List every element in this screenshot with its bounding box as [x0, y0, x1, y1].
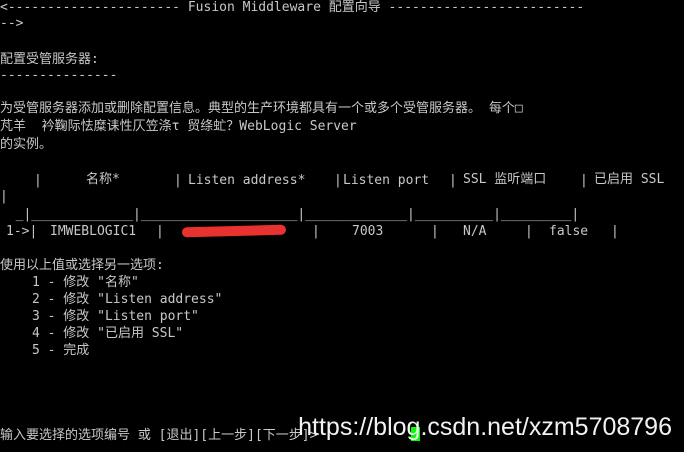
table-separator: _|_____________|____________________|___…	[0, 207, 580, 222]
column-separator: |	[611, 224, 619, 239]
column-separator: |	[431, 224, 439, 239]
row-marker: 1->|	[6, 224, 38, 239]
column-separator: |	[34, 173, 42, 188]
description-line-1: 为受管服务器添加或删除配置信息。典型的生产环境都具有一个或多个受管服务器。 每个…	[0, 101, 523, 116]
cell-name: IMWEBLOGIC1	[50, 224, 137, 239]
column-separator: |	[449, 173, 457, 188]
cell-ssl-port: N/A	[463, 224, 487, 239]
redaction-mark	[181, 224, 287, 238]
column-header-ssl-port: SSL 监听端口	[463, 172, 547, 187]
menu-option-3: 3 - 修改 "Listen port"	[32, 309, 199, 324]
column-header-name: 名称*	[86, 172, 120, 187]
cell-ssl-enabled: false	[549, 224, 589, 239]
cell-listen-port: 7003	[352, 224, 384, 239]
column-separator: |	[174, 173, 182, 188]
column-separator: |	[334, 173, 342, 188]
column-separator: |	[525, 224, 533, 239]
section-underline: ---------------	[0, 68, 118, 83]
menu-option-4: 4 - 修改 "已启用 SSL"	[32, 326, 184, 341]
table-header-wrap: |	[0, 189, 8, 204]
section-title: 配置受管服务器:	[0, 52, 99, 67]
column-header-ssl-enabled: 已启用 SSL	[594, 172, 665, 187]
column-header-listen-port: Listen port	[343, 173, 430, 188]
column-separator: |	[580, 173, 588, 188]
description-line-3: 的实例。	[0, 137, 53, 152]
wizard-banner: <---------------------- Fusion Middlewar…	[0, 0, 585, 15]
column-separator: |	[156, 224, 164, 239]
terminal-window[interactable]: <---------------------- Fusion Middlewar…	[0, 0, 684, 452]
menu-option-5: 5 - 完成	[32, 343, 90, 358]
input-prompt: 输入要选择的选项编号 或 [退出][上一步][下一步]>	[0, 428, 318, 443]
description-line-2: 芃羊 衿鞠际怯糜诔性仄笠涤τ 贸绦虻？WebLogic Server	[0, 119, 357, 134]
watermark: https://blog.csdn.net/xzm5708796	[298, 413, 672, 441]
column-header-listen-address: Listen address*	[188, 173, 306, 188]
menu-option-1: 1 - 修改 "名称"	[32, 275, 139, 290]
menu-prompt: 使用以上值或选择另一选项:	[0, 258, 164, 273]
column-separator: |	[312, 224, 320, 239]
wizard-banner-tail: -->	[0, 16, 24, 31]
menu-option-2: 2 - 修改 "Listen address"	[32, 292, 223, 307]
